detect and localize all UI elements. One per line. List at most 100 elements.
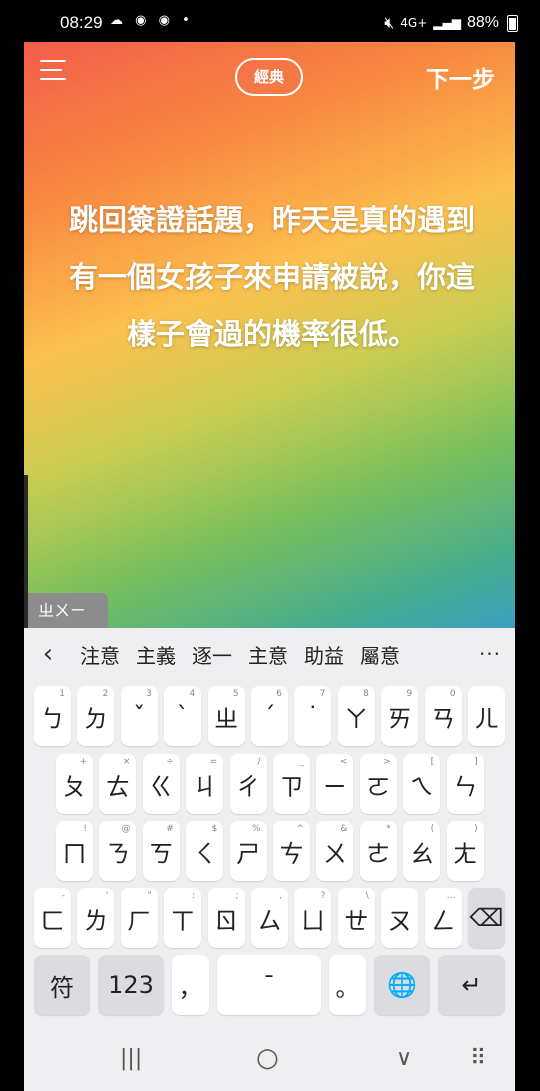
key[interactable]: ㄦ (468, 686, 505, 746)
key-label: ㄒ (170, 906, 195, 935)
key-label: ㄤ (453, 839, 478, 868)
suggestion-item[interactable]: 屬意 (352, 640, 408, 669)
key[interactable]: ㄞ9 (381, 686, 419, 746)
key-label: ㄣ (453, 772, 478, 801)
key[interactable]: ㄓ5 (207, 686, 245, 746)
key[interactable]: ㄝ \ (337, 888, 375, 948)
key[interactable]: ㄐ = (186, 754, 224, 814)
battery-icon (507, 14, 518, 32)
next-button[interactable]: 下一步 (426, 60, 495, 94)
enter-key[interactable]: ↵ (438, 955, 505, 1015)
key-label: ㄇ (62, 839, 87, 868)
key[interactable]: ㄜ * (359, 821, 397, 881)
space-key[interactable]: ˉ (217, 955, 321, 1015)
key[interactable]: ㄖ; (207, 888, 245, 948)
key[interactable]: ˊ6 (251, 686, 288, 746)
suggestion-back-button[interactable]: ‹ (24, 639, 72, 669)
key[interactable]: ㄅ1 (34, 686, 71, 746)
signal-icon: ▂▄▆ (433, 16, 461, 30)
suggestion-item[interactable]: 助益 (296, 640, 352, 669)
key-label: ㄑ (192, 839, 217, 868)
key[interactable]: ㄈ- (34, 888, 71, 948)
home-icon[interactable]: ○ (256, 1043, 279, 1073)
key[interactable]: ㄇ! (56, 821, 93, 881)
key[interactable]: ㄑ $ (186, 821, 224, 881)
key-label: ㄉ (83, 704, 108, 733)
suggestion-item[interactable]: 主義 (128, 640, 184, 669)
key-label: ㄔ (236, 772, 261, 801)
key[interactable]: ㄍ ÷ (142, 754, 180, 814)
post-text[interactable]: 跳回簽證話題，昨天是真的遇到有一個女孩子來申請被說，你這樣子會過的機率很低。 (62, 192, 482, 363)
key[interactable]: ˙ 7 (294, 686, 332, 746)
key-hint: / (257, 757, 261, 767)
suggestion-item[interactable]: 注意 (72, 640, 128, 669)
key-hint: [ (430, 757, 435, 767)
key[interactable]: ˇ3 (120, 686, 158, 746)
suggestion-item[interactable]: 逐一 (184, 640, 240, 669)
comma-key[interactable]: ， (172, 955, 209, 1015)
key[interactable]: ㄘ ^ (273, 821, 310, 881)
key[interactable]: ㄌ ' (77, 888, 115, 948)
navigation-bar: ||| ○ ∨ ⠿ (24, 1031, 515, 1091)
key[interactable]: ㄥ… (424, 888, 462, 948)
network-label: 4G+ (400, 16, 428, 30)
language-globe-key[interactable]: 🌐 (374, 955, 430, 1015)
key-label: ˇ (133, 702, 146, 730)
key[interactable]: ㄩ? (294, 888, 332, 948)
key[interactable]: ㄔ / (229, 754, 267, 814)
key[interactable]: ㄡ (381, 888, 419, 948)
key-hint: ; (235, 891, 239, 901)
style-toggle-button[interactable]: 經典 (235, 58, 303, 96)
key-label: ㄜ (366, 839, 391, 868)
key[interactable]: ㄣ] (446, 754, 484, 814)
key[interactable]: ㄏ " (120, 888, 158, 948)
keyboard: ‹ 注意 主義 逐一 主意 助益 屬意 ··· ㄅ 1 ㄉ 2 ˇ 3 ˋ 4 ㄓ 5 ˊ 6 ˙ 7 ㄚ 8… (24, 628, 515, 1091)
key-hint: > (383, 757, 391, 767)
key[interactable]: ㄗ _ (273, 754, 310, 814)
key-label: ˙ (306, 702, 319, 730)
status-right: 🔇︎ 4G+ ▂▄▆ 88% (384, 13, 518, 33)
key[interactable]: ㄠ( (403, 821, 441, 881)
key-label: ㄦ (474, 704, 499, 733)
key[interactable]: ㄕ% (229, 821, 267, 881)
key[interactable]: ㄤ) (446, 821, 484, 881)
key[interactable]: ㄚ8 (337, 686, 375, 746)
key[interactable]: ㄟ[ (403, 754, 441, 814)
symbols-key[interactable]: 符 (34, 955, 90, 1015)
suggestion-item[interactable]: 主意 (240, 640, 296, 669)
key[interactable]: ˋ4 (164, 686, 202, 746)
key-hint: 3 (146, 689, 152, 699)
key[interactable]: ㄋ @ (99, 821, 137, 881)
menu-icon[interactable] (40, 58, 66, 82)
recent-apps-icon[interactable]: ||| (120, 1046, 142, 1071)
key-hint: + (79, 757, 87, 767)
post-canvas[interactable]: 經典 下一步 跳回簽證話題，昨天是真的遇到有一個女孩子來申請被說，你這樣子會過的… (24, 42, 515, 628)
key-label: ㄟ (409, 772, 434, 801)
key[interactable]: ㄎ # (142, 821, 180, 881)
key[interactable]: ㄢ0 (424, 686, 462, 746)
key-hint: $ (211, 824, 218, 834)
key-hint: : (192, 891, 196, 901)
key-label: ㄖ (214, 906, 239, 935)
key[interactable]: ㄒ: (164, 888, 202, 948)
key-hint: , (279, 891, 282, 901)
period-key[interactable]: 。 (329, 955, 366, 1015)
backspace-key[interactable]: ⌫ (468, 888, 505, 948)
key[interactable]: ㄆ + (56, 754, 93, 814)
space-key-label: ˉ (263, 971, 275, 999)
key[interactable]: ㄊ × (99, 754, 137, 814)
numbers-key[interactable]: 123 (98, 955, 164, 1015)
back-icon[interactable]: ∨ (396, 1046, 412, 1071)
key[interactable]: ㄧ < (316, 754, 354, 814)
key-hint: 6 (276, 689, 282, 699)
backspace-key-label: ⌫ (469, 904, 504, 932)
key[interactable]: ㄨ & (316, 821, 354, 881)
key[interactable]: ㄉ2 (77, 686, 115, 746)
keyboard-switch-icon[interactable]: ⠿ (470, 1046, 486, 1071)
key-label: ㄙ (257, 906, 282, 935)
more-options-icon[interactable]: ··· (465, 642, 515, 666)
key-hint: 0 (449, 689, 456, 699)
language-globe-key-label: 🌐 (387, 971, 417, 999)
key[interactable]: ㄛ > (359, 754, 397, 814)
key[interactable]: ㄙ, (251, 888, 288, 948)
